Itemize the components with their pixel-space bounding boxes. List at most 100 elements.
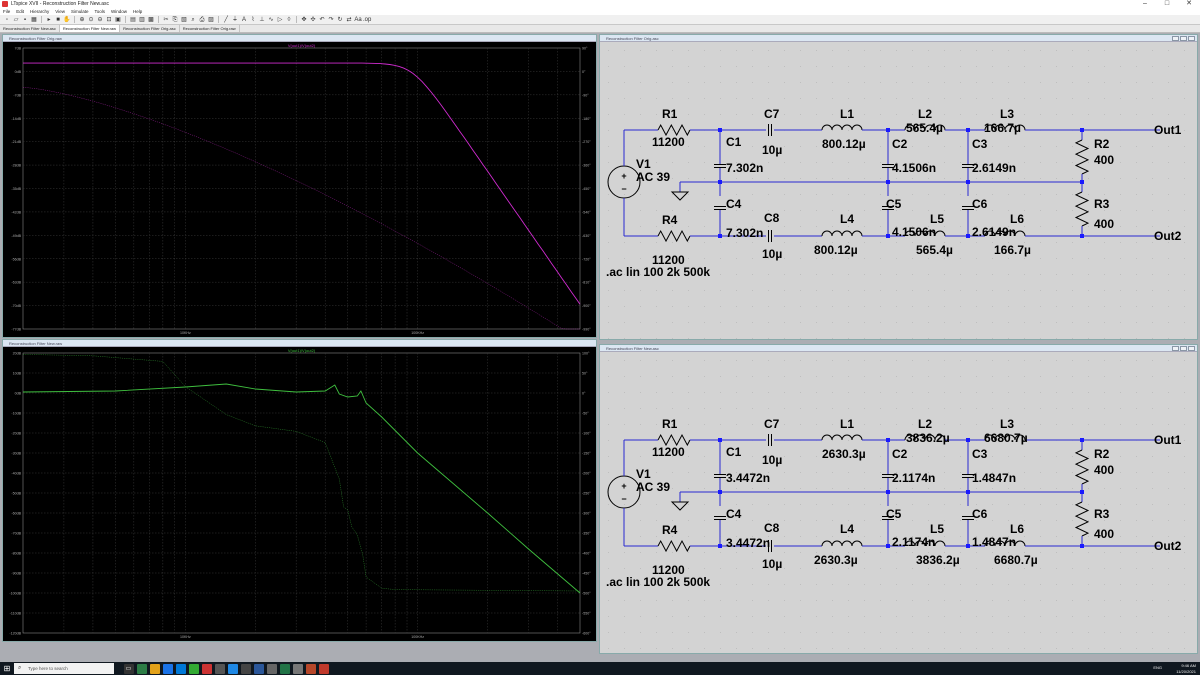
- task-view-icon[interactable]: ▭: [123, 663, 134, 674]
- file-explorer-icon[interactable]: [149, 663, 160, 674]
- schematic-canvas-orig[interactable]: + − R1 11200 R4 11200 V1 AC 39 C7 10µ C8 10µ C1 7.302…: [600, 42, 1197, 339]
- hand-icon[interactable]: ✋: [63, 16, 71, 24]
- app-icon-9[interactable]: [279, 663, 290, 674]
- tray-date[interactable]: 11/20/2021: [1176, 669, 1196, 675]
- halt-icon[interactable]: ■: [54, 16, 62, 24]
- app-icon-10[interactable]: [292, 663, 303, 674]
- menu-hierarchy[interactable]: Hierarchy: [30, 8, 49, 15]
- schematic-orig-close-button[interactable]: [1188, 36, 1195, 41]
- grid-dot: [1136, 504, 1137, 505]
- app-icon-1[interactable]: [136, 663, 147, 674]
- waveform-plot-new[interactable]: 20dB 100°10dB 50°0dB 0°-10dB -50°-20dB -100°-…: [3, 347, 596, 641]
- maximize-button[interactable]: □: [1156, 0, 1178, 8]
- menu-simulate[interactable]: Simulate: [71, 8, 89, 15]
- schematic-orig-maximize-button[interactable]: [1180, 36, 1187, 41]
- control-panel-icon[interactable]: ▦: [30, 16, 38, 24]
- y-tick-label: -14dB: [11, 117, 21, 121]
- tab-new-raw[interactable]: Reconstruction Filter New.raw: [59, 25, 121, 32]
- zoom-fit-icon[interactable]: ⊡: [105, 16, 113, 24]
- grid-dot: [1024, 536, 1025, 537]
- tab-orig-raw[interactable]: Reconstruction Filter Orig.raw: [180, 25, 240, 32]
- waveform-plot-orig[interactable]: 7dB 90°0dB 0°-7dB -90°-14dB -180°-21dB -270°-…: [3, 42, 596, 337]
- autoscale-icon[interactable]: ▣: [114, 16, 122, 24]
- zoom-in-icon[interactable]: ⊕: [78, 16, 86, 24]
- app-icon-5[interactable]: [227, 663, 238, 674]
- redo-icon[interactable]: ↷: [327, 16, 335, 24]
- plot-area-new[interactable]: 20dB 100° 10dB 50° 0dB 0° -10dB -50° -20dB -100° -…: [3, 347, 596, 641]
- print-icon[interactable]: ⎙: [198, 16, 206, 24]
- grid-dot: [1056, 520, 1057, 521]
- paste-icon[interactable]: ▧: [180, 16, 188, 24]
- taskbar-search-box[interactable]: ⌕ Type here to search: [14, 663, 114, 674]
- tile-vertical-icon[interactable]: ▥: [138, 16, 146, 24]
- app-icon-7[interactable]: [253, 663, 264, 674]
- minimize-button[interactable]: –: [1134, 0, 1156, 8]
- app-icon-6[interactable]: [240, 663, 251, 674]
- schematic-orig-minimize-button[interactable]: [1172, 36, 1179, 41]
- app-icon-11[interactable]: [305, 663, 316, 674]
- schematic-new[interactable]: +−R111200R411200V1AC 39C710µC810µC13.447…: [600, 352, 1197, 653]
- mirror-icon[interactable]: ⇄: [345, 16, 353, 24]
- save-icon[interactable]: ▪: [21, 16, 29, 24]
- app-icon-8[interactable]: [266, 663, 277, 674]
- app-icon-4[interactable]: [214, 663, 225, 674]
- close-button[interactable]: ✕: [1178, 0, 1200, 8]
- print-preview-icon[interactable]: ▨: [207, 16, 215, 24]
- grid-dot: [656, 536, 657, 537]
- diode-icon[interactable]: ▷: [276, 16, 284, 24]
- drag-icon[interactable]: ✣: [309, 16, 317, 24]
- menu-edit[interactable]: Edit: [16, 8, 24, 15]
- grid-dot: [1168, 648, 1169, 649]
- resistor-icon[interactable]: ⌇: [249, 16, 257, 24]
- spice-directive-icon[interactable]: .op: [363, 16, 371, 24]
- schematic-new-maximize-button[interactable]: [1180, 346, 1187, 351]
- plot-area-orig[interactable]: 7dB 90° 0dB 0° -7dB -90° -14dB -180° -21dB -270° -…: [3, 42, 596, 337]
- run-icon[interactable]: ▸: [45, 16, 53, 24]
- grid-dot: [1104, 504, 1105, 505]
- zoom-pan-icon[interactable]: ⊙: [87, 16, 95, 24]
- undo-icon[interactable]: ↶: [318, 16, 326, 24]
- open-icon[interactable]: ▱: [12, 16, 20, 24]
- windows-start-icon[interactable]: ⊞: [0, 662, 14, 675]
- find-icon[interactable]: ⌕: [189, 16, 197, 24]
- schematic-new-close-button[interactable]: [1188, 346, 1195, 351]
- schematic-window-orig[interactable]: Reconstruction Filter Orig.asc + − R1 11200…: [599, 34, 1198, 340]
- new-icon[interactable]: ▫: [3, 16, 11, 24]
- move-icon[interactable]: ✥: [300, 16, 308, 24]
- menu-view[interactable]: View: [55, 8, 65, 15]
- schematic-orig[interactable]: +−R111200R411200V1AC 39C710µC810µC17.302…: [600, 42, 1197, 339]
- grid-dot: [656, 338, 657, 339]
- rotate-icon[interactable]: ↻: [336, 16, 344, 24]
- schematic-new-minimize-button[interactable]: [1172, 346, 1179, 351]
- browser-icon[interactable]: [162, 663, 173, 674]
- tab-orig-asc[interactable]: Reconstruction Filter Orig.asc: [120, 25, 180, 32]
- grid-dot: [704, 242, 705, 243]
- wire-icon[interactable]: ╱: [222, 16, 230, 24]
- menu-file[interactable]: File: [3, 8, 10, 15]
- grid-dot: [656, 520, 657, 521]
- capacitor-icon[interactable]: ⊥: [258, 16, 266, 24]
- plot-window-orig[interactable]: Reconstruction Filter Orig.raw 7dB 90° 0dB…: [2, 34, 597, 338]
- tab-new-asc[interactable]: Reconstruction Filter New.asc: [0, 25, 60, 32]
- component-icon[interactable]: ◊: [285, 16, 293, 24]
- menu-window[interactable]: Window: [111, 8, 127, 15]
- menu-tools[interactable]: Tools: [95, 8, 106, 15]
- app-icon-3[interactable]: [201, 663, 212, 674]
- cut-icon[interactable]: ✂: [162, 16, 170, 24]
- ground-icon[interactable]: ⏚: [231, 16, 239, 24]
- text-icon[interactable]: Aa: [354, 16, 362, 24]
- label-icon[interactable]: A: [240, 16, 248, 24]
- tile-horizontal-icon[interactable]: ▤: [129, 16, 137, 24]
- store-icon[interactable]: [175, 663, 186, 674]
- plot-window-new[interactable]: Reconstruction Filter New.raw 20dB 100° 10…: [2, 339, 597, 642]
- menu-help[interactable]: Help: [133, 8, 142, 15]
- close-all-icon[interactable]: ▩: [147, 16, 155, 24]
- grid-dot: [1168, 568, 1169, 569]
- schematic-window-new[interactable]: Reconstruction Filter New.asc + − R1 11200 R…: [599, 344, 1198, 654]
- schematic-canvas-new[interactable]: + − R1 11200 R4 11200 V1 AC 39 C7 10µ C8 10µ C1 3.447…: [600, 352, 1197, 653]
- ltspice-taskbar-icon[interactable]: [318, 663, 329, 674]
- app-icon-2[interactable]: [188, 663, 199, 674]
- inductor-icon[interactable]: ∿: [267, 16, 275, 24]
- zoom-out-icon[interactable]: ⊖: [96, 16, 104, 24]
- copy-icon[interactable]: ⎘: [171, 16, 179, 24]
